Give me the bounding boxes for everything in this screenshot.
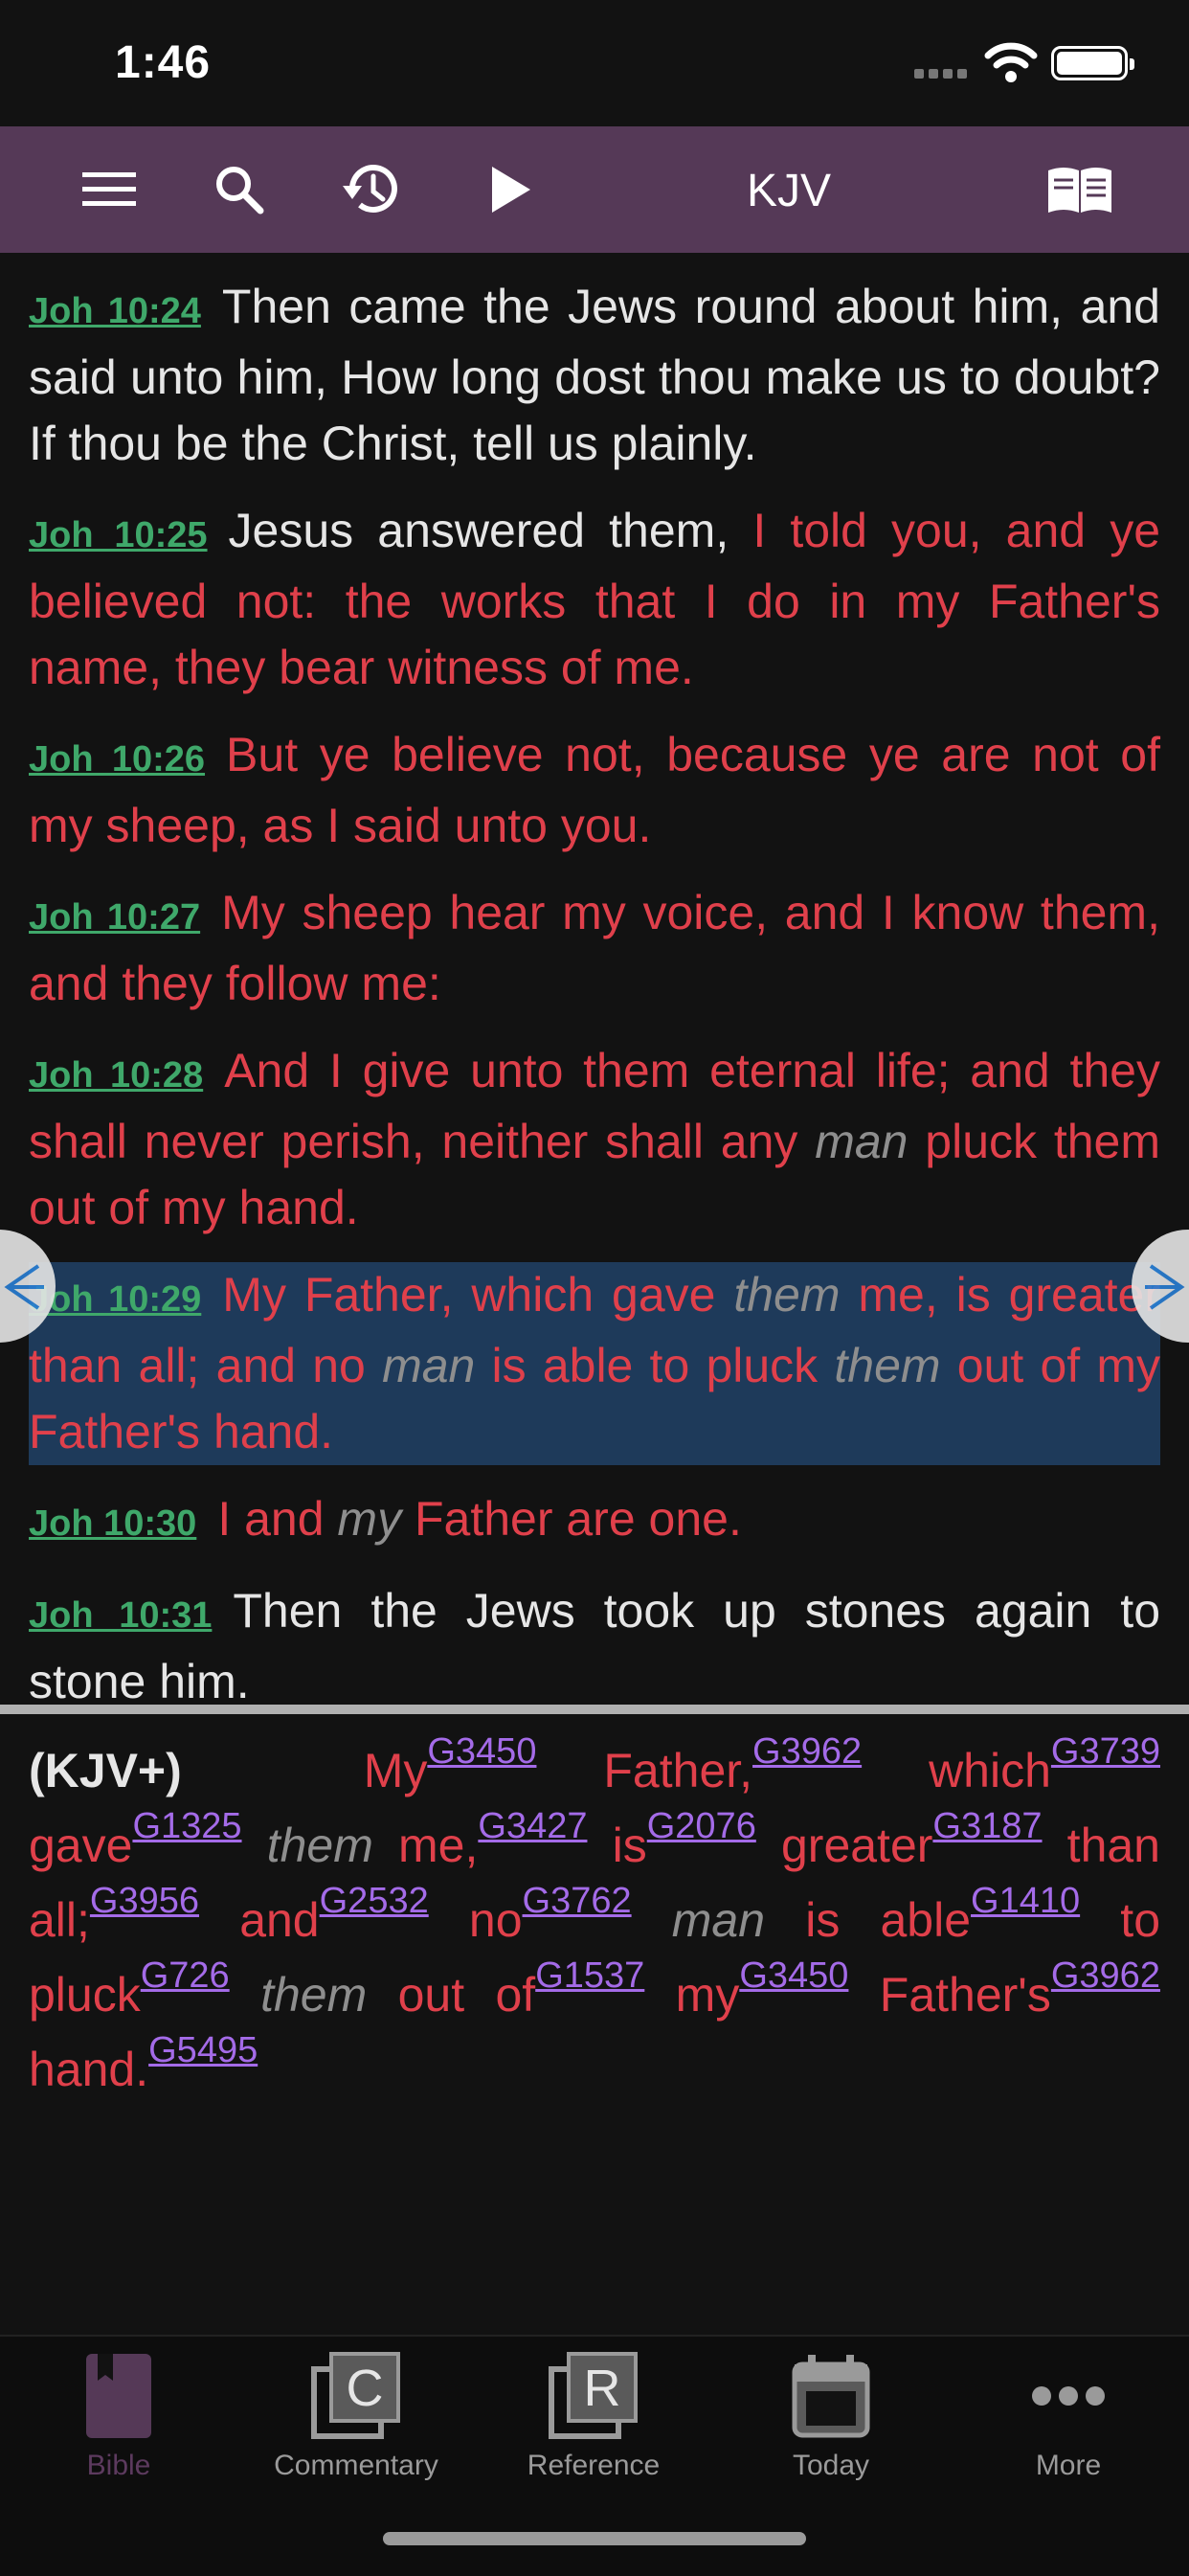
strongs-word: is able [805,1893,972,1947]
strongs-word: hand. [29,2043,149,2096]
verse-item[interactable]: Joh 10:30 I and my Father are one. [29,1486,1160,1557]
strongs-number-link[interactable]: G726 [141,1955,230,1996]
verse-ref-link[interactable]: Joh 10:27 [29,897,200,938]
strongs-word: Father, [603,1744,753,1797]
battery-icon [1051,46,1134,80]
italic-word: them [266,1819,373,1872]
verse-text: I and [217,1492,338,1546]
strongs-number-link[interactable]: G3762 [523,1881,632,1921]
book-icon[interactable] [1045,155,1114,224]
verse-item[interactable]: Joh 10:27 My sheep hear my voice, and I k… [29,880,1160,1017]
menu-icon[interactable] [75,155,144,224]
verse-ref-link[interactable]: Joh 10:31 [29,1595,212,1636]
tab-reference[interactable]: R Reference [498,2348,689,2492]
strongs-label: (KJV+) [29,1744,182,1797]
strongs-word: out of [397,1968,536,2022]
strongs-number-link[interactable]: G3962 [752,1731,862,1772]
tab-today[interactable]: Today [735,2348,927,2492]
verse-item[interactable]: Joh 10:26 But ye believe not, because ye … [29,722,1160,859]
pane-divider[interactable] [0,1705,1189,1714]
strongs-number-link[interactable]: G3956 [90,1881,199,1921]
translation-title[interactable]: KJV [708,165,869,217]
strongs-number-link[interactable]: G1410 [971,1881,1080,1921]
commentary-icon: C [260,2348,452,2444]
verse-item[interactable]: Joh 10:25 Jesus answered them, I told you… [29,498,1160,701]
verse-ref-link[interactable]: Joh 10:30 [29,1503,196,1544]
strongs-word: greater [780,1819,933,1872]
bible-icon [23,2348,214,2444]
strongs-word: which [929,1744,1051,1797]
strongs-number-link[interactable]: G2076 [647,1806,756,1846]
strongs-word: Father's [879,1968,1051,2022]
reference-icon: R [498,2348,689,2444]
strongs-number-link[interactable]: G3187 [932,1806,1042,1846]
verse-text: My Father, which gave [222,1268,734,1322]
strongs-number-link[interactable]: G3739 [1051,1731,1160,1772]
strongs-number-link[interactable]: G3962 [1051,1955,1160,1996]
strongs-number-link[interactable]: G1537 [535,1955,644,1996]
tab-commentary[interactable]: C Commentary [260,2348,452,2492]
svg-text:R: R [584,2360,621,2417]
history-icon[interactable] [337,155,406,224]
verse-text: Jesus answered them, [228,504,753,557]
wifi-icon [984,42,1038,82]
strongs-word: My [363,1744,428,1797]
verse-ref-link[interactable]: Joh 10:25 [29,515,208,555]
italic-word: them [834,1339,941,1392]
status-time: 1:46 [115,37,212,88]
strongs-number-link[interactable]: G5495 [148,2030,258,2070]
strongs-word: is [612,1819,647,1872]
verse-ref-link[interactable]: Joh 10:24 [29,291,201,331]
verse-item[interactable]: Joh 10:28 And I give unto them eternal li… [29,1038,1160,1241]
verse-ref-link[interactable]: Joh 10:26 [29,739,205,780]
verse-text: Father are one. [401,1492,742,1546]
verse-item[interactable]: Joh 10:24 Then came the Jews round about … [29,274,1160,477]
status-bar: 1:46 [0,0,1189,126]
italic-word: my [337,1492,402,1546]
verse-text: is able to pluck [475,1339,835,1392]
italic-word: man [671,1893,766,1947]
calendar-icon [735,2348,927,2444]
strongs-word: me, [398,1819,479,1872]
verse-list: Joh 10:24 Then came the Jews round about … [29,253,1160,1715]
italic-word: them [260,1968,368,2022]
strongs-number-link[interactable]: G3450 [427,1731,536,1772]
verse-item[interactable]: Joh 10:31 Then the Jews took up stones ag… [29,1578,1160,1715]
strongs-number-link[interactable]: G3450 [739,1955,848,1996]
svg-text:C: C [347,2360,384,2417]
strongs-number-link[interactable]: G1325 [132,1806,241,1846]
tab-label: Reference [527,2450,661,2481]
tab-bible[interactable]: Bible [23,2348,214,2492]
strongs-word: no [468,1893,523,1947]
strongs-number-link[interactable]: G3427 [478,1806,587,1846]
more-icon [973,2348,1164,2444]
strongs-word: and [239,1893,320,1947]
italic-word: man [815,1115,909,1168]
strongs-pane: (KJV+) MyG3450 Father,G3962 whichG3739 g… [29,1733,1160,2107]
top-toolbar: KJV [0,126,1189,253]
italic-word: man [382,1339,476,1392]
strongs-number-link[interactable]: G2532 [320,1881,429,1921]
signal-icon [914,69,967,79]
verse-ref-link[interactable]: Joh 10:28 [29,1055,203,1096]
italic-word: them [733,1268,841,1322]
tab-more[interactable]: More [973,2348,1164,2492]
tab-label: Bible [86,2450,151,2481]
verse-item[interactable]: Joh 10:29 My Father, which gave them me, … [29,1262,1160,1465]
strongs-word: my [675,1968,740,2022]
search-icon[interactable] [205,155,274,224]
strongs-word: gave [29,1819,133,1872]
home-indicator [383,2532,806,2545]
tab-label: Today [792,2450,870,2481]
play-icon[interactable] [475,155,544,224]
tab-label: Commentary [274,2450,438,2481]
tab-label: More [1035,2450,1102,2481]
